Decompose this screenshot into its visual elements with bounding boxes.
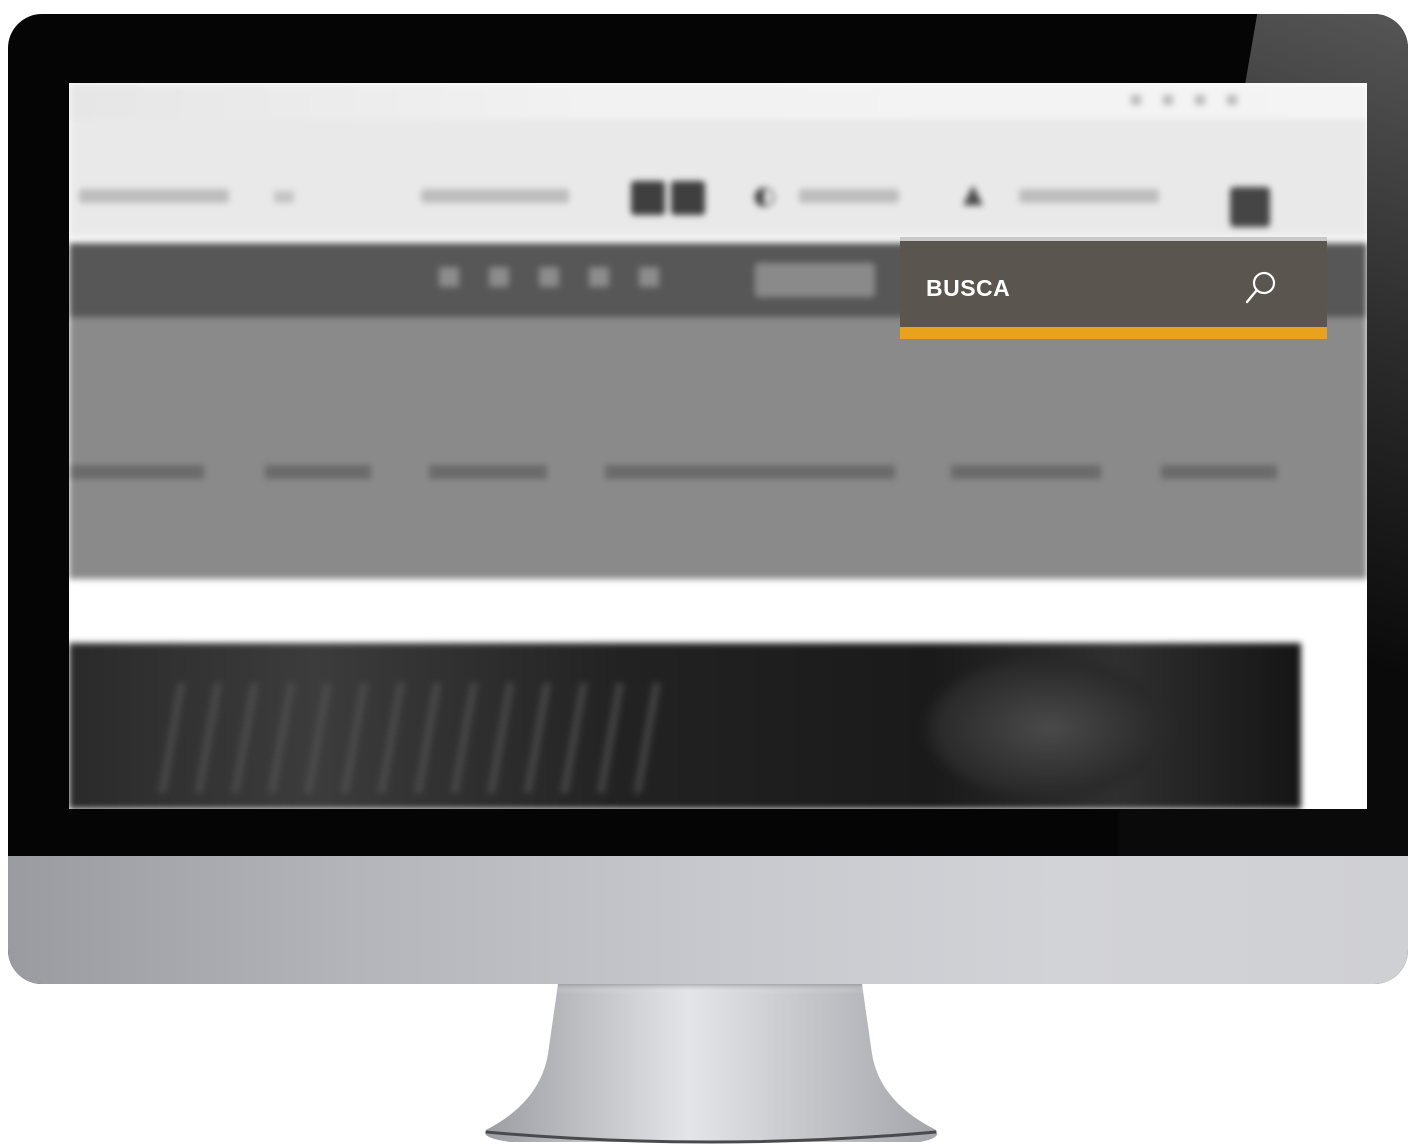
menu-square-button[interactable] [1230,187,1270,227]
monitor-stand [485,984,938,1144]
nav-item[interactable] [429,465,547,479]
search-icon[interactable] [1243,269,1279,307]
nav-item[interactable] [265,465,371,479]
utility-link[interactable] [421,189,569,203]
accessibility-link[interactable] [79,189,229,203]
search-box[interactable]: BUSCA [900,237,1327,339]
font-size-control[interactable] [274,191,294,203]
utility-bar: ◐ ▲ [69,119,1367,237]
hero-banner-image [69,643,1301,809]
search-label: BUSCA [926,275,1011,301]
control-dot [1227,95,1237,105]
website-screen: ◐ ▲ BUSCA [69,83,1367,809]
instagram-icon[interactable] [489,267,509,287]
contrast-button[interactable] [671,181,705,215]
control-dot [1163,95,1173,105]
contrast-link[interactable] [799,189,899,203]
flickr-icon[interactable] [589,267,609,287]
login-button[interactable] [755,263,875,297]
window-controls [1131,95,1237,105]
nav-item[interactable] [1161,465,1277,479]
youtube-icon[interactable] [639,267,659,287]
contrast-icon[interactable]: ◐ [753,181,776,211]
sitemap-link[interactable] [1019,189,1159,203]
social-icons [439,267,659,287]
nav-item[interactable] [69,465,204,479]
sitemap-icon[interactable]: ▲ [963,179,983,209]
nav-item[interactable] [951,465,1101,479]
nav-items [69,457,1367,487]
contrast-button[interactable] [631,181,665,215]
twitter-icon[interactable] [539,267,559,287]
monitor-frame: ◐ ▲ BUSCA [8,14,1408,984]
control-dot [1131,95,1141,105]
facebook-icon[interactable] [439,267,459,287]
main-navigation [69,317,1367,579]
search-accent-bar [900,327,1327,339]
control-dot [1195,95,1205,105]
browser-chrome [69,83,1367,119]
contrast-buttons[interactable] [631,181,705,215]
nav-item[interactable] [605,465,895,479]
blurred-website: ◐ ▲ [69,83,1367,809]
monitor-chin [8,856,1408,984]
